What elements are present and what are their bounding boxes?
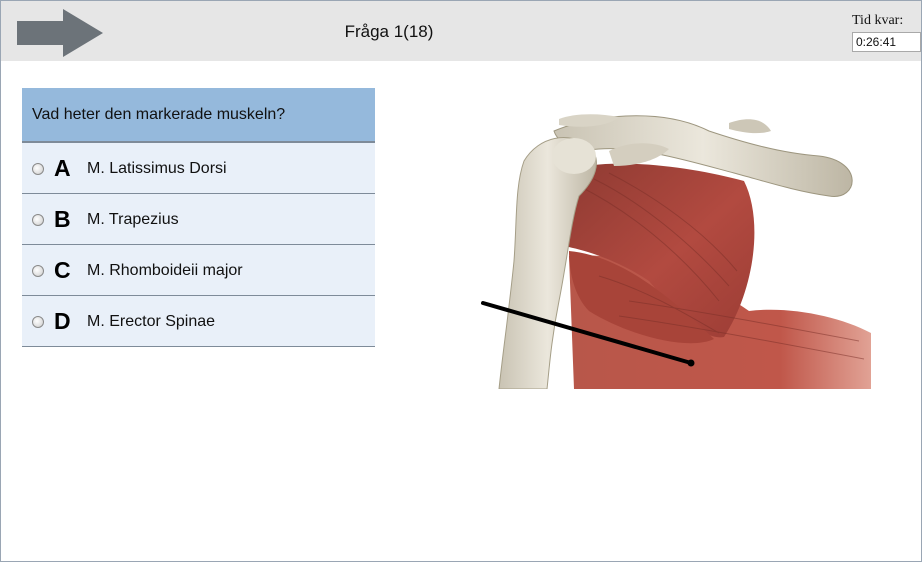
option-label: M. Rhomboideii major [87,262,243,279]
option-label: M. Latissimus Dorsi [87,160,227,177]
option-d[interactable]: D M. Erector Spinae [22,296,375,347]
option-label: M. Trapezius [87,211,179,228]
timer-label: Tid kvar: [852,13,904,28]
quiz-window: Fråga 1(18) Tid kvar: 0:26:41 Vad heter … [0,0,922,562]
option-letter: A [54,155,71,181]
timer-field: 0:26:41 [852,32,921,52]
option-a[interactable]: A M. Latissimus Dorsi [22,143,375,194]
top-bar: Fråga 1(18) Tid kvar: 0:26:41 [1,1,921,61]
question-text: Vad heter den markerade muskeln? [22,88,375,143]
radio-button-c[interactable] [32,265,44,277]
question-counter: Fråga 1(18) [344,22,434,41]
radio-button-d[interactable] [32,316,44,328]
option-letter: B [54,206,71,232]
question-panel: Vad heter den markerade muskeln? A M. La… [22,88,375,347]
option-c[interactable]: C M. Rhomboideii major [22,245,375,296]
shoulder-muscle-illustration [481,114,871,389]
radio-button-a[interactable] [32,163,44,175]
option-b[interactable]: B M. Trapezius [22,194,375,245]
option-letter: D [54,308,71,334]
radio-button-b[interactable] [32,214,44,226]
option-label: M. Erector Spinae [87,313,216,330]
option-letter: C [54,257,71,283]
